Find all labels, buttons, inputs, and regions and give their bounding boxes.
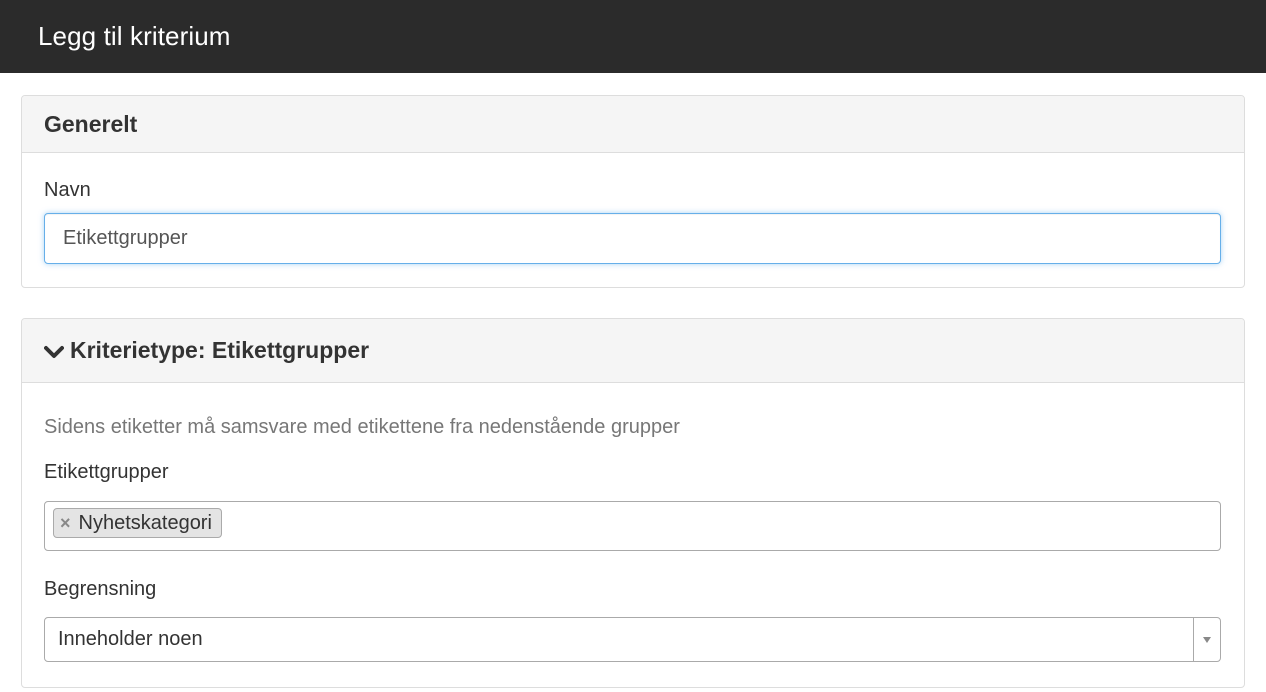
- restriction-select[interactable]: Inneholder noen: [44, 617, 1221, 662]
- tag-label: Nyhetskategori: [78, 511, 212, 534]
- restriction-label: Begrensning: [44, 578, 157, 600]
- header-bar: Legg til kriterium: [0, 0, 1266, 73]
- tag-chip: × Nyhetskategori: [53, 508, 222, 538]
- tag-groups-multiselect[interactable]: × Nyhetskategori: [44, 501, 1221, 551]
- remove-tag-icon[interactable]: ×: [60, 514, 71, 532]
- restriction-selected-value: Inneholder noen: [58, 628, 203, 650]
- chevron-down-icon[interactable]: [44, 345, 64, 359]
- general-panel-heading: Generelt: [22, 96, 1244, 153]
- general-panel: Generelt Navn: [21, 95, 1245, 288]
- general-panel-title: Generelt: [44, 110, 138, 137]
- name-input[interactable]: [44, 213, 1221, 264]
- caret-down-icon: [1203, 636, 1211, 643]
- criteria-panel-title: Kriterietype: Etikettgrupper: [70, 337, 370, 363]
- help-text: Sidens etiketter må samsvare med etikett…: [44, 416, 680, 438]
- select-dropdown-toggle[interactable]: [1193, 618, 1220, 661]
- name-label: Navn: [44, 179, 91, 201]
- page-title: Legg til kriterium: [38, 21, 231, 51]
- tag-groups-label: Etikettgrupper: [44, 461, 169, 483]
- criteria-panel: Kriterietype: Etikettgrupper Sidens etik…: [21, 318, 1245, 688]
- criteria-panel-heading[interactable]: Kriterietype: Etikettgrupper: [22, 319, 1244, 383]
